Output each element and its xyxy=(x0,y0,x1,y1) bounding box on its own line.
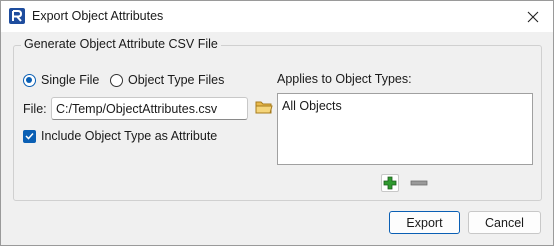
minus-icon xyxy=(410,180,428,186)
object-type-files-label: Object Type Files xyxy=(128,73,225,87)
app-logo-icon xyxy=(9,8,25,24)
object-type-files-radio[interactable]: Object Type Files xyxy=(110,73,224,87)
object-types-list[interactable]: All Objects xyxy=(277,93,533,165)
plus-icon xyxy=(383,176,397,190)
include-object-type-label: Include Object Type as Attribute xyxy=(41,129,218,143)
applies-to-label: Applies to Object Types: xyxy=(277,72,412,86)
single-file-radio[interactable]: Single File xyxy=(23,73,99,87)
file-path-input[interactable] xyxy=(51,97,248,120)
single-file-label: Single File xyxy=(41,73,100,87)
checkmark-icon xyxy=(23,129,36,143)
add-object-type-button[interactable] xyxy=(381,174,399,192)
group-title: Generate Object Attribute CSV File xyxy=(21,37,221,51)
close-icon xyxy=(527,11,539,22)
folder-icon[interactable] xyxy=(255,99,273,115)
file-label: File: xyxy=(23,102,47,116)
list-item[interactable]: All Objects xyxy=(282,99,342,113)
radio-indicator-checked xyxy=(23,73,36,87)
cancel-button[interactable]: Cancel xyxy=(468,211,541,234)
radio-indicator-unchecked xyxy=(110,73,123,87)
export-button[interactable]: Export xyxy=(389,211,460,234)
include-object-type-checkbox[interactable]: Include Object Type as Attribute xyxy=(23,129,217,143)
remove-object-type-button[interactable] xyxy=(409,174,429,192)
export-object-attributes-dialog: Export Object Attributes Generate Object… xyxy=(0,0,554,246)
close-button[interactable] xyxy=(513,1,553,32)
title-bar: Export Object Attributes xyxy=(1,1,553,32)
window-title: Export Object Attributes xyxy=(32,9,164,23)
